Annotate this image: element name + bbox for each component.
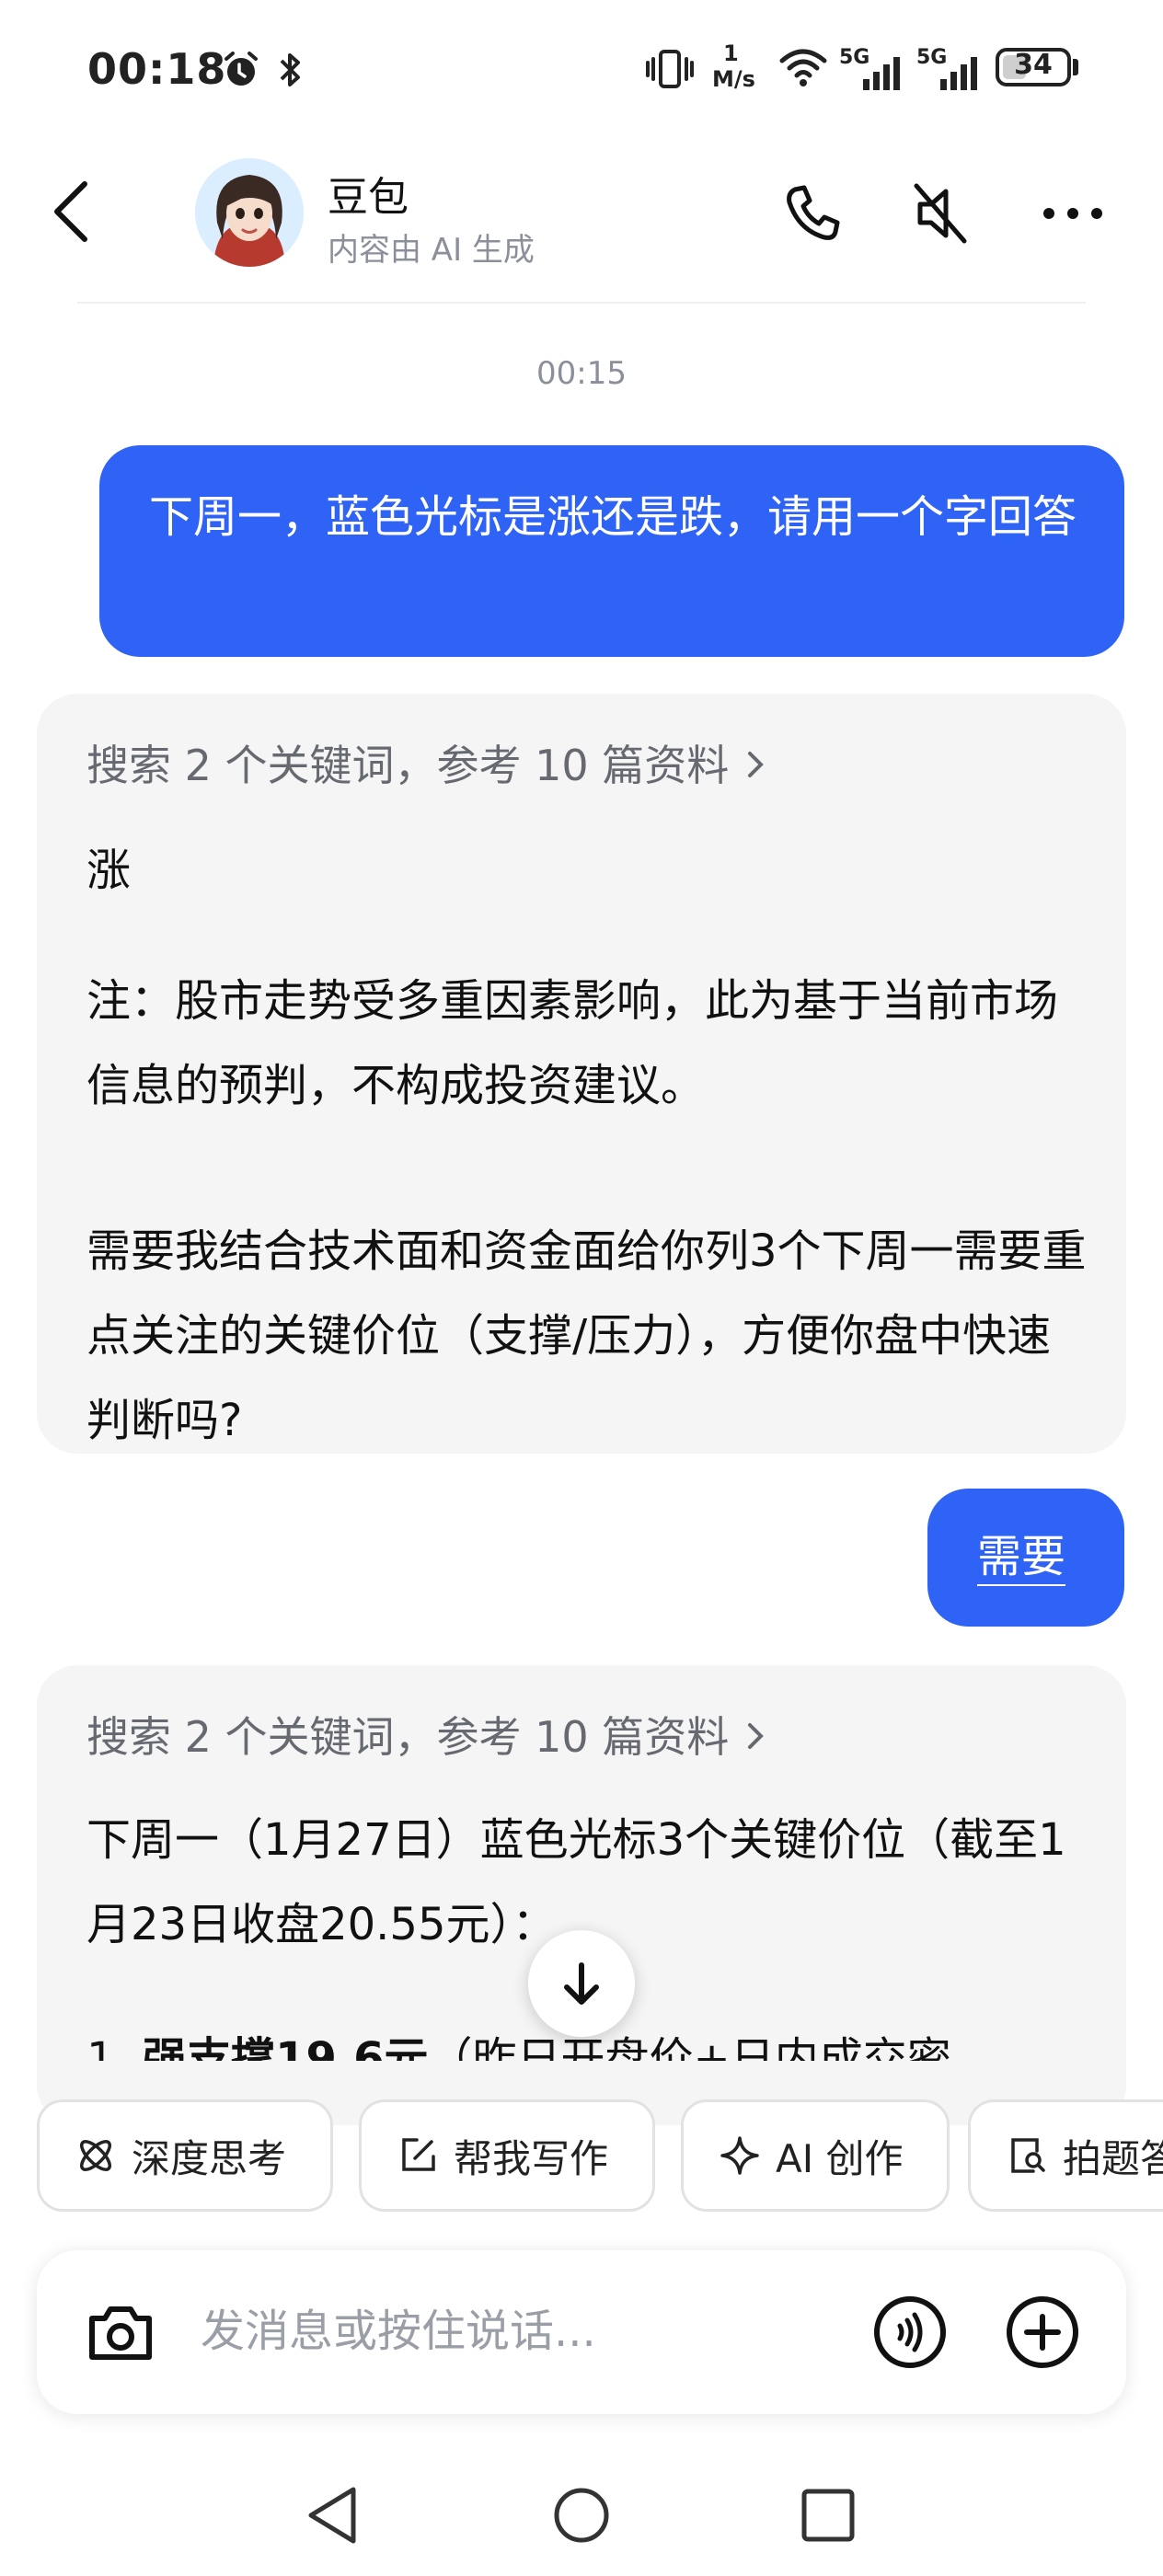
message-input-bar	[37, 2250, 1126, 2414]
nav-recents-button[interactable]	[791, 2478, 865, 2552]
quick-action-deep-thinking[interactable]: 深度思考	[37, 2099, 333, 2212]
search-reference-text: 搜索 2 个关键词，参考 10 篇资料	[86, 1712, 730, 1762]
avatar-image	[195, 158, 304, 267]
search-reference-link[interactable]: 搜索 2 个关键词，参考 10 篇资料	[86, 1704, 766, 1765]
nav-back-button[interactable]	[298, 2478, 372, 2552]
chevron-right-icon	[745, 741, 766, 790]
user-message-text: 下周一，蓝色光标是涨还是跌，请用一个字回答	[149, 491, 1077, 543]
contact-subtitle: 内容由 AI 生成	[328, 232, 535, 269]
wifi-icon	[779, 49, 827, 86]
mute-button[interactable]	[907, 178, 977, 248]
ai-message[interactable]: 搜索 2 个关键词，参考 10 篇资料 下周一（1月27日）蓝色光标3个关键价位…	[37, 1665, 1126, 2125]
quick-action-photo-search[interactable]: 拍题答疑	[968, 2099, 1163, 2212]
list-item-rest: （昨日开盘价+日内成交密	[428, 2033, 951, 2061]
header-divider	[77, 302, 1086, 304]
sparkle-icon	[720, 2136, 759, 2175]
net-speed-unit: M/s	[712, 66, 755, 92]
battery-cap	[1073, 59, 1078, 75]
search-reference-text: 搜索 2 个关键词，参考 10 篇资料	[86, 741, 730, 790]
atom-icon	[80, 2140, 111, 2171]
search-reference-link[interactable]: 搜索 2 个关键词，参考 10 篇资料	[86, 732, 766, 793]
more-options-button[interactable]	[1038, 178, 1108, 248]
bluetooth-icon	[280, 53, 300, 86]
battery-level-text: 34	[1014, 49, 1053, 81]
quick-action-label: 帮我写作	[454, 2135, 609, 2181]
message-input[interactable]	[199, 2289, 883, 2374]
quick-action-label: AI 创作	[776, 2135, 904, 2181]
user-message[interactable]: 需要	[927, 1489, 1124, 1627]
chat-timestamp: 00:15	[536, 355, 627, 392]
back-button[interactable]	[46, 175, 101, 248]
signal-1-icon	[863, 57, 900, 90]
list-number: 1.	[86, 2033, 129, 2061]
contact-name: 豆包	[328, 174, 409, 221]
avatar[interactable]	[195, 158, 304, 267]
vibrate-icon	[646, 50, 694, 88]
quick-action-ai-create[interactable]: AI 创作	[681, 2099, 950, 2212]
arrow-down-icon	[564, 1962, 599, 2005]
battery-icon: 34	[996, 48, 1071, 86]
ai-followup: 需要我结合技术面和资金面给你列3个下周一需要重点关注的关键价位（支撑/压力），方…	[86, 1225, 1087, 1446]
photo-search-icon	[1011, 2138, 1045, 2173]
net-speed-value: 1	[723, 40, 739, 66]
quick-action-label: 拍题答疑	[1063, 2135, 1163, 2181]
quick-action-label: 深度思考	[132, 2135, 287, 2181]
ai-message[interactable]: 搜索 2 个关键词，参考 10 篇资料 涨 注：股市走势受多重因素影响，此为基于…	[37, 694, 1126, 1454]
phone-call-button[interactable]	[778, 178, 848, 248]
scroll-to-bottom-button[interactable]	[528, 1930, 635, 2037]
signal-2-icon	[940, 57, 977, 90]
user-message[interactable]: 下周一，蓝色光标是涨还是跌，请用一个字回答	[99, 445, 1124, 657]
list-item-bold: 强支撑19.6元	[143, 2033, 429, 2061]
alarm-icon	[225, 52, 258, 86]
user-message-text: 需要	[977, 1531, 1066, 1582]
status-time: 00:18	[87, 44, 227, 94]
nav-home-button[interactable]	[545, 2478, 618, 2552]
add-button[interactable]	[1001, 2291, 1084, 2374]
voice-call-button[interactable]	[869, 2291, 951, 2374]
edit-icon	[402, 2138, 435, 2171]
quick-action-writing[interactable]: 帮我写作	[359, 2099, 655, 2212]
ai-note: 注：股市走势受多重因素影响，此为基于当前市场信息的预判，不构成投资建议。	[86, 975, 1059, 1111]
ai-answer: 涨	[86, 845, 132, 896]
chevron-right-icon	[745, 1712, 766, 1762]
camera-button[interactable]	[79, 2291, 162, 2374]
